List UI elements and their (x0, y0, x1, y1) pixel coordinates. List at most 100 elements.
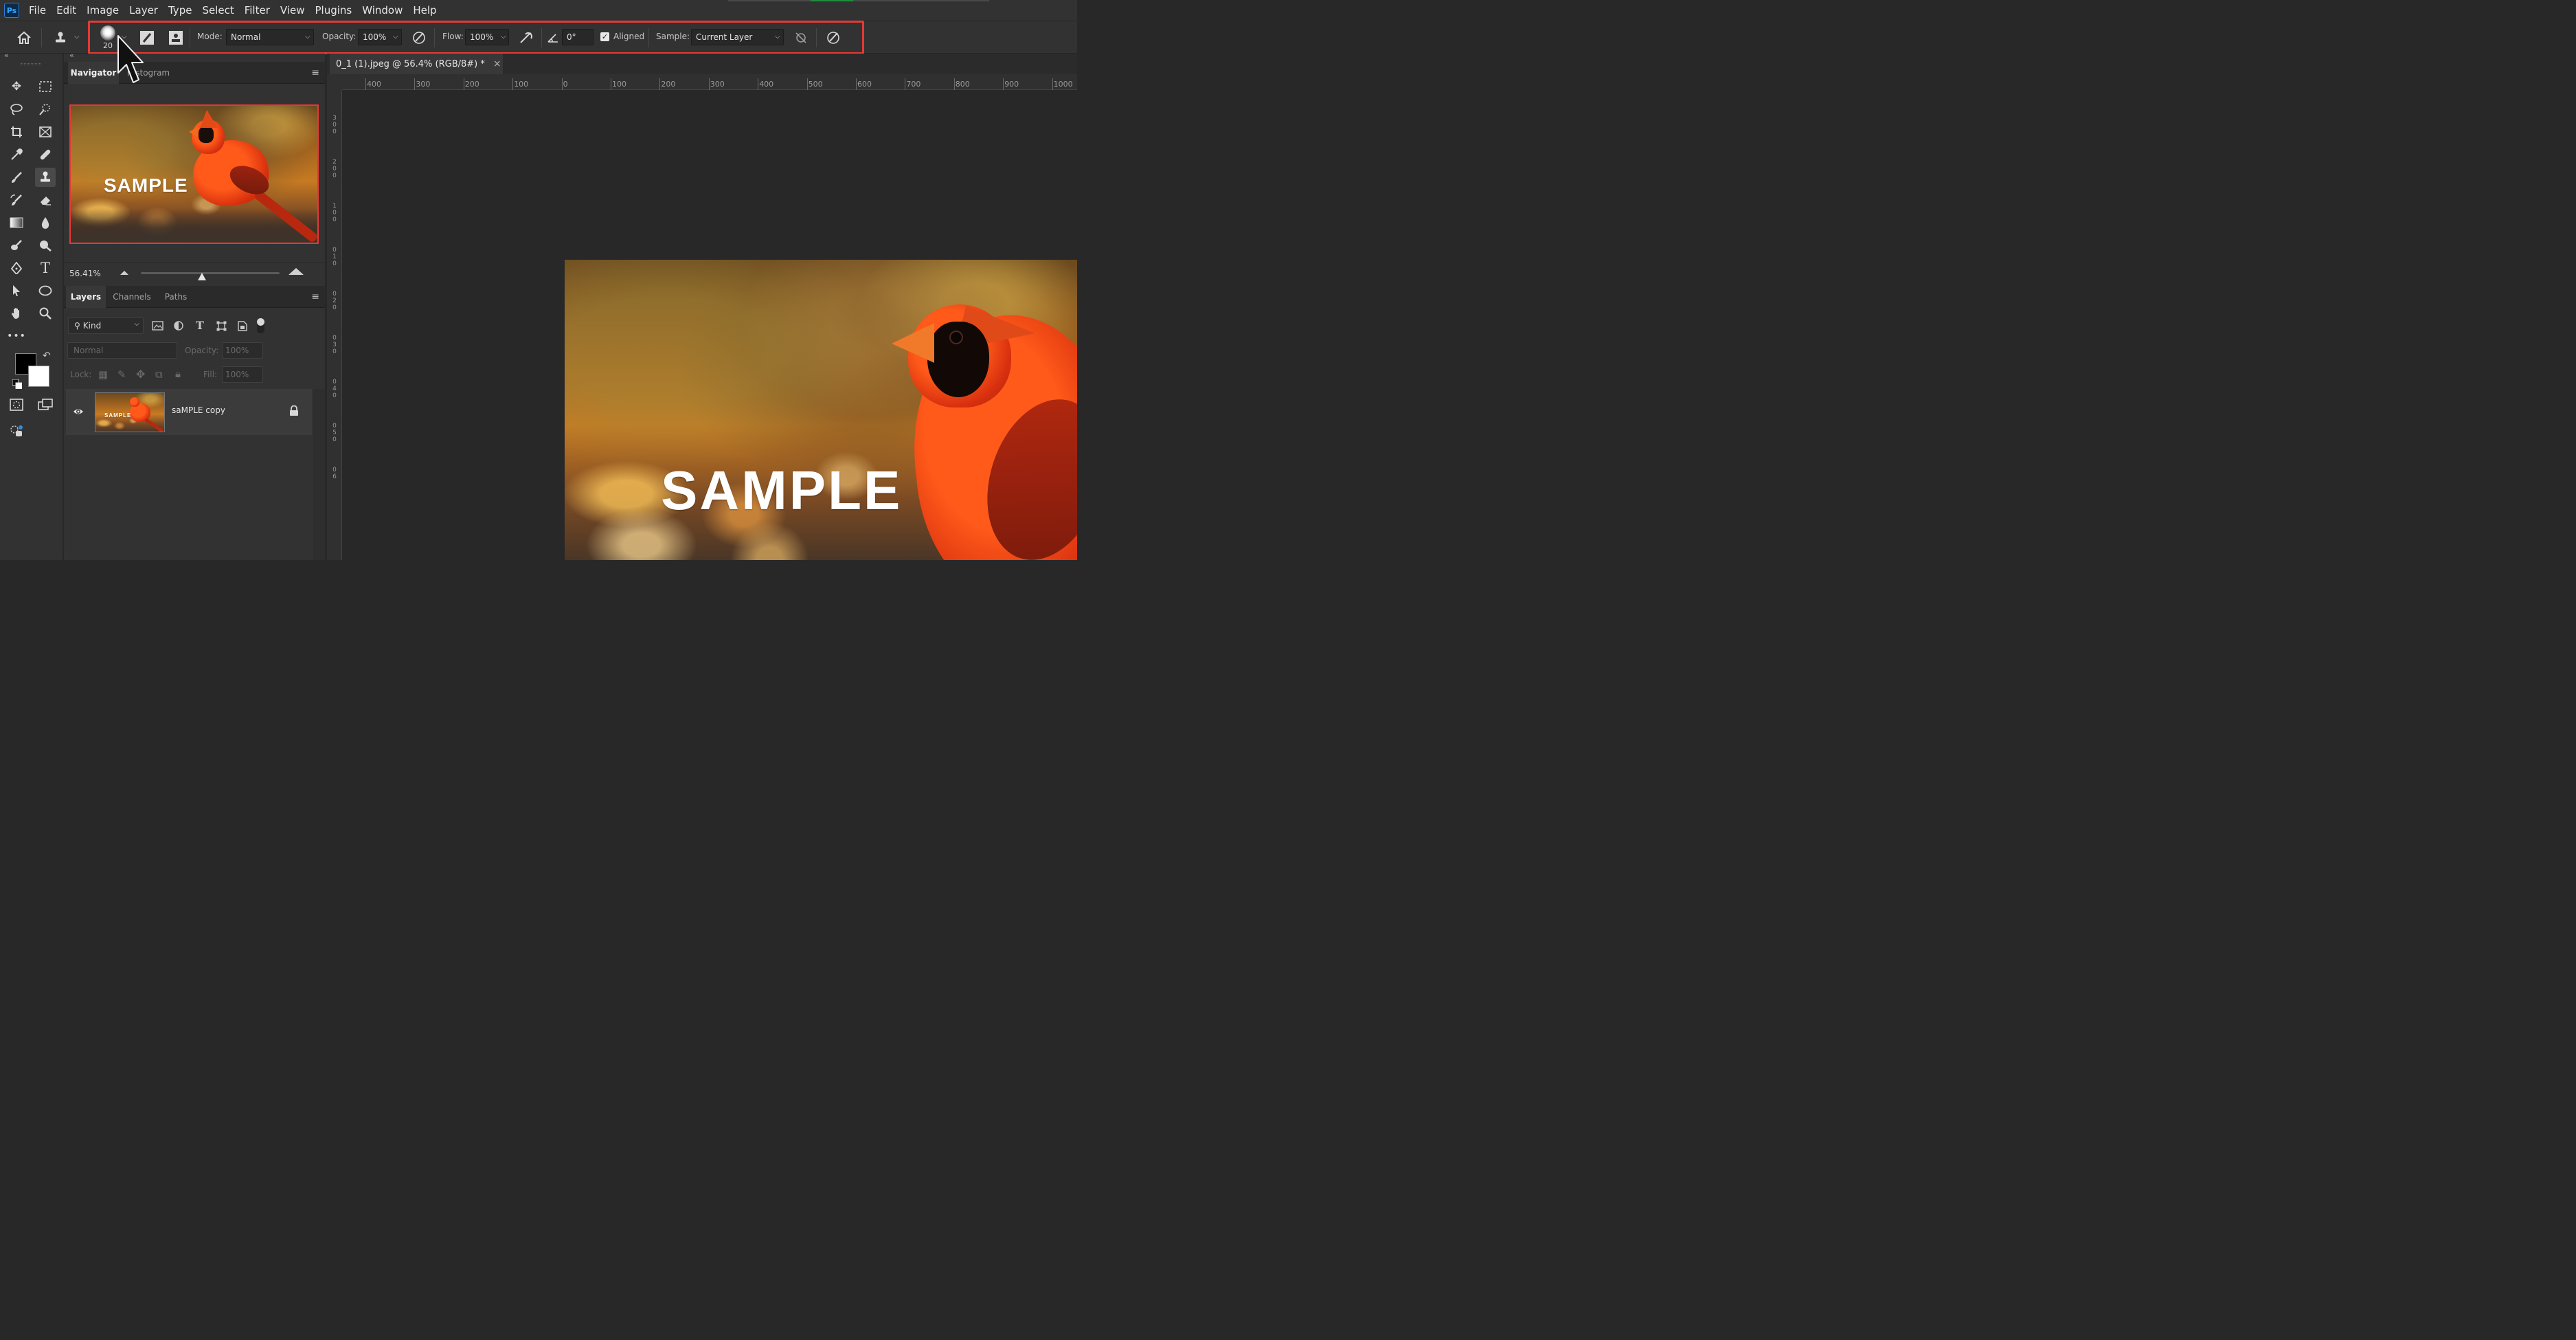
generative-fill-icon[interactable] (6, 421, 27, 440)
tab-navigator[interactable]: Navigator (68, 62, 119, 84)
path-select-icon[interactable] (6, 281, 27, 300)
eye-icon[interactable] (73, 406, 84, 417)
clone-stamp-icon[interactable] (35, 168, 56, 187)
mode-chevron-icon[interactable]: ⌵ (305, 33, 310, 41)
pen-icon[interactable] (6, 258, 27, 278)
menu-select[interactable]: Select (202, 4, 234, 16)
collapse-panels-icon[interactable]: « (69, 51, 74, 60)
document-tab[interactable]: 0_1 (1).jpeg @ 56.4% (RGB/8#) * × (330, 54, 503, 74)
lock-position-icon[interactable]: ✥ (136, 368, 145, 381)
angle-input[interactable]: 0° (562, 29, 594, 45)
dodge-icon[interactable] (6, 236, 27, 255)
layer-thumbnail[interactable]: SAMPLE (95, 392, 165, 432)
fill-input[interactable]: 100% (222, 366, 263, 383)
hand-icon[interactable] (6, 304, 27, 323)
home-icon[interactable] (15, 30, 33, 46)
layers-scrollbar[interactable] (313, 389, 325, 560)
navigator-menu-icon[interactable]: ≡ (311, 67, 319, 78)
type-icon[interactable]: T (35, 258, 56, 278)
layer-blend-mode-select[interactable]: Normal (67, 342, 177, 359)
menu-window[interactable]: Window (362, 4, 403, 16)
ellipse-icon[interactable] (35, 281, 56, 300)
airbrush-icon[interactable] (518, 30, 536, 46)
zoom-in-icon[interactable] (289, 268, 304, 275)
filter-shape-icon[interactable] (216, 321, 227, 333)
tab-layers[interactable]: Layers (66, 286, 106, 308)
more-icon[interactable]: ••• (6, 326, 27, 346)
zoom-out-icon[interactable] (120, 271, 128, 275)
mode-select[interactable]: Normal (226, 29, 314, 45)
layer-filter-select[interactable]: ⚲ Kind ⌵ (68, 317, 144, 334)
horizontal-ruler[interactable]: 400 300 200 100 0 100 200 300 400 500 600 700 800 900… (342, 74, 1077, 90)
layer-filter-toggle[interactable] (257, 318, 264, 333)
collapse-toolbar-icon[interactable]: « (4, 51, 9, 60)
flow-chevron-icon[interactable]: ⌵ (501, 33, 506, 41)
pressure-size-icon[interactable] (824, 30, 842, 46)
clone-source-icon[interactable] (168, 30, 184, 46)
zoom-slider-track[interactable] (141, 272, 280, 274)
ruler-label: 800 (955, 80, 970, 89)
toolbar-grip[interactable] (21, 63, 41, 65)
menu-plugins[interactable]: Plugins (315, 4, 352, 16)
menu-layer[interactable]: Layer (129, 4, 158, 16)
default-colors-icon[interactable] (12, 379, 23, 390)
menu-file[interactable]: File (29, 4, 46, 16)
zoom-slider-thumb[interactable] (197, 273, 206, 280)
tool-preset-chevron-icon[interactable]: ⌵ (74, 33, 80, 41)
clone-stamp-preset-icon[interactable] (52, 30, 69, 46)
lock-all-icon[interactable]: 🔒︎ (175, 368, 181, 380)
lock-artboard-icon[interactable]: ⧉ (155, 368, 163, 381)
lock-label: Lock: (70, 370, 92, 379)
pressure-opacity-icon[interactable] (411, 30, 427, 46)
menu-filter[interactable]: Filter (245, 4, 270, 16)
menu-view[interactable]: View (280, 4, 305, 16)
layer-name[interactable]: saMPLE copy (172, 405, 225, 415)
history-brush-icon[interactable] (6, 190, 27, 210)
brush-icon[interactable] (6, 168, 27, 187)
background-color-swatch[interactable] (28, 366, 49, 387)
frame-icon[interactable] (35, 122, 56, 142)
filter-smart-object-icon[interactable] (238, 321, 247, 333)
zoom-value[interactable]: 56.41% (69, 269, 101, 278)
zoom-icon[interactable] (35, 304, 56, 323)
healing-icon[interactable] (35, 145, 56, 164)
filter-adjustment-icon[interactable] (174, 321, 183, 333)
sample-select[interactable]: Current Layer (691, 29, 784, 45)
eraser-icon[interactable] (35, 190, 56, 210)
tab-paths[interactable]: Paths (157, 286, 194, 308)
swap-colors-icon[interactable]: ↶ (43, 350, 51, 361)
eyedropper-icon[interactable] (6, 145, 27, 164)
brush-preview-icon[interactable] (100, 25, 115, 41)
menu-edit[interactable]: Edit (56, 4, 76, 16)
layer-opacity-input[interactable]: 100% (222, 342, 263, 359)
menu-help[interactable]: Help (413, 4, 436, 16)
gradient-icon[interactable] (6, 213, 27, 232)
ruler-corner[interactable] (327, 74, 342, 90)
sponge-icon[interactable] (35, 236, 56, 255)
ignore-adjustment-layers-icon[interactable] (793, 30, 809, 46)
vertical-ruler[interactable]: 30020010001002003004005006 (327, 90, 342, 560)
quick-select-icon[interactable] (35, 100, 56, 119)
blur-icon[interactable] (35, 213, 56, 232)
aligned-checkbox[interactable]: ✓ (600, 32, 609, 41)
filter-pixel-icon[interactable] (152, 321, 163, 333)
screen-mode-icon[interactable] (35, 395, 56, 414)
lock-transparent-icon[interactable]: ▦ (98, 368, 108, 381)
filter-type-icon[interactable]: T (196, 319, 204, 332)
marquee-icon[interactable] (35, 77, 56, 96)
menu-type[interactable]: Type (168, 4, 192, 16)
layers-menu-icon[interactable]: ≡ (311, 291, 319, 302)
tab-channels[interactable]: Channels (108, 286, 156, 308)
navigator-thumbnail[interactable]: SAMPLE (69, 104, 319, 244)
crop-icon[interactable] (6, 122, 27, 142)
close-icon[interactable]: × (493, 58, 501, 69)
sample-chevron-icon[interactable]: ⌵ (775, 33, 780, 41)
move-icon[interactable]: ✥ (6, 77, 27, 96)
lock-pixels-icon[interactable]: ✎ (117, 368, 126, 381)
quick-mask-icon[interactable] (6, 395, 27, 414)
lasso-icon[interactable] (6, 100, 27, 119)
layer-row[interactable]: SAMPLE saMPLE copy (66, 389, 312, 435)
opacity-chevron-icon[interactable]: ⌵ (393, 33, 398, 41)
menu-image[interactable]: Image (87, 4, 119, 16)
document-image[interactable]: SAMPLE (565, 260, 1077, 560)
